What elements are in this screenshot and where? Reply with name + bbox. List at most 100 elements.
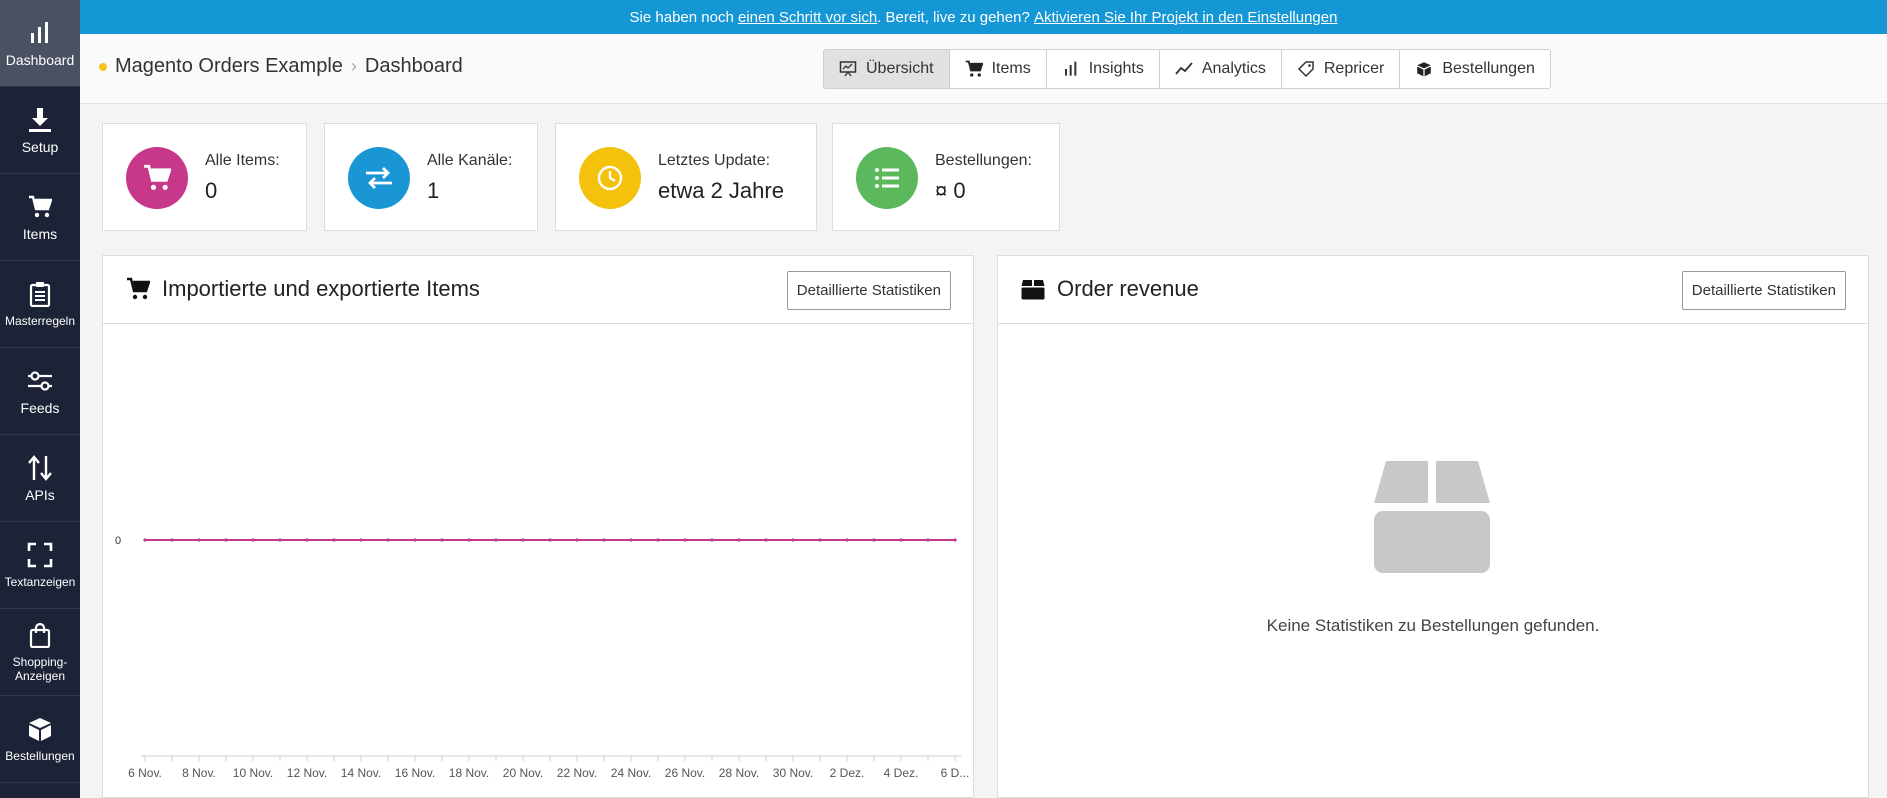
shopping-bag-icon	[26, 621, 54, 649]
tab-repricer[interactable]: Repricer	[1282, 50, 1401, 88]
page-header: Magento Orders Example › Dashboard Übers…	[80, 34, 1887, 104]
data-point	[521, 538, 525, 542]
tab-label: Insights	[1088, 60, 1144, 77]
panel-title: Importierte und exportierte Items	[126, 276, 480, 302]
data-point	[359, 538, 363, 542]
stat-icon-circle	[579, 147, 641, 209]
data-point	[845, 538, 849, 542]
tab-label: Items	[991, 60, 1031, 77]
sidebar-item-label: Bestellungen	[5, 749, 75, 763]
data-point	[710, 538, 714, 542]
stat-icon-circle	[856, 147, 918, 209]
sidebar-item-masterregeln[interactable]: Masterregeln	[0, 261, 80, 348]
data-point	[224, 538, 228, 542]
data-point	[764, 538, 768, 542]
tab-label: Repricer	[1323, 60, 1385, 77]
stat-value: etwa 2 Jahre	[658, 178, 784, 203]
cart-icon	[126, 277, 150, 301]
empty-state-text: Keine Statistiken zu Bestellungen gefund…	[1266, 616, 1600, 635]
sidebar-item-setup[interactable]: Setup	[0, 87, 80, 174]
data-point	[926, 538, 930, 542]
detailed-stats-button[interactable]: Detaillierte Statistiken	[786, 271, 951, 310]
x-tick-label: 16 Nov.	[395, 766, 435, 780]
stat-label: Bestellungen:	[935, 152, 1032, 169]
data-point	[440, 538, 444, 542]
bar-chart-icon	[26, 19, 54, 47]
box-icon	[1415, 60, 1433, 78]
sidebar-item-apis[interactable]: APIs	[0, 435, 80, 522]
stat-card-channels: Alle Kanäle: 1	[324, 123, 538, 231]
data-point	[143, 538, 147, 542]
panel-title-text: Importierte und exportierte Items	[162, 276, 480, 301]
stat-icon-circle	[126, 147, 188, 209]
bar-chart-icon	[1062, 60, 1080, 78]
breadcrumb-project[interactable]: Magento Orders Example	[115, 55, 343, 78]
data-point	[332, 538, 336, 542]
sidebar-item-label: APIs	[25, 487, 55, 503]
tab-label: Analytics	[1201, 60, 1266, 77]
tab-analytics[interactable]: Analytics	[1160, 50, 1282, 88]
trend-line-icon	[1175, 60, 1193, 78]
empty-box-icon	[1374, 461, 1490, 573]
tab-label: Übersicht	[866, 60, 934, 77]
sidebar-item-feeds[interactable]: Feeds	[0, 348, 80, 435]
x-tick-label: 12 Nov.	[287, 766, 327, 780]
stat-card-last-update: Letztes Update: etwa 2 Jahre	[555, 123, 817, 231]
panel-header: Importierte und exportierte Items Detail…	[103, 256, 973, 324]
panel-title: Order revenue	[1021, 276, 1199, 302]
arrows-updown-icon	[26, 454, 54, 482]
tab-items[interactable]: Items	[950, 50, 1047, 88]
x-tick-label: 2 Dez.	[830, 766, 865, 780]
sidebar-item-items[interactable]: Items	[0, 174, 80, 261]
tab-bestellungen[interactable]: Bestellungen	[1400, 50, 1550, 88]
tab-insights[interactable]: Insights	[1047, 50, 1160, 88]
y-tick-label: 0	[115, 535, 121, 547]
banner-activate-link[interactable]: Aktivieren Sie Ihr Projekt in den Einste…	[1034, 9, 1338, 26]
sidebar-item-label: Setup	[21, 139, 59, 155]
data-point	[872, 538, 876, 542]
tab-uebersicht[interactable]: Übersicht	[824, 50, 950, 88]
stat-card-orders: Bestellungen: ¤ 0	[832, 123, 1060, 231]
x-tick-label: 6 D...	[941, 766, 970, 780]
sidebar-item-shopping-anzeigen[interactable]: Shopping-Anzeigen	[0, 609, 80, 696]
presentation-icon	[839, 60, 857, 78]
x-tick-label: 4 Dez.	[884, 766, 919, 780]
chevron-right-icon: ›	[350, 56, 357, 76]
sidebar-item-label: Textanzeigen	[4, 575, 76, 589]
sidebar-item-dashboard[interactable]: Dashboard	[0, 0, 80, 87]
x-tick-label: 6 Nov.	[128, 766, 162, 780]
x-tick-label: 18 Nov.	[449, 766, 489, 780]
items-panel: Importierte und exportierte Items Detail…	[102, 255, 974, 798]
cart-icon	[965, 60, 983, 78]
x-tick-label: 14 Nov.	[341, 766, 381, 780]
download-icon	[26, 106, 54, 134]
sidebar-item-textanzeigen[interactable]: Textanzeigen	[0, 522, 80, 609]
detailed-stats-button[interactable]: Detaillierte Statistiken	[1681, 271, 1846, 310]
x-tick-label: 24 Nov.	[611, 766, 651, 780]
cart-icon	[144, 164, 171, 190]
data-point	[278, 538, 282, 542]
list-icon	[875, 168, 899, 188]
data-point	[602, 538, 606, 542]
activation-banner: Sie haben noch einen Schritt vor sich . …	[80, 0, 1887, 34]
stat-value: 1	[427, 178, 440, 203]
dashboard-tabs: Übersicht Items Insights Analytics Repri…	[823, 49, 1551, 89]
sidebar-item-label: Feeds	[20, 400, 60, 416]
data-point	[629, 538, 633, 542]
data-point	[386, 538, 390, 542]
data-point	[656, 538, 660, 542]
page-title: Dashboard	[364, 55, 463, 77]
price-tag-icon	[1297, 60, 1315, 78]
data-point	[737, 538, 741, 542]
sidebar-item-label: Shopping-Anzeigen	[12, 655, 68, 683]
stat-value: ¤ 0	[935, 178, 966, 203]
items-line-chart: 6 Nov. 8 Nov. 10 Nov. 12 Nov. 14 Nov. 16 Nov.…	[115, 535, 970, 780]
sidebar-item-label: Masterregeln	[4, 314, 76, 328]
data-point	[494, 538, 498, 542]
stat-card-items: Alle Items: 0	[102, 123, 307, 231]
banner-text: Sie haben noch	[629, 8, 738, 26]
sidebar-item-bestellungen[interactable]: Bestellungen	[0, 696, 80, 783]
banner-text: . Bereit, live zu gehen?	[877, 8, 1034, 26]
sidebar-item-label: Items	[22, 226, 58, 242]
banner-steps-link[interactable]: einen Schritt vor sich	[738, 9, 877, 26]
